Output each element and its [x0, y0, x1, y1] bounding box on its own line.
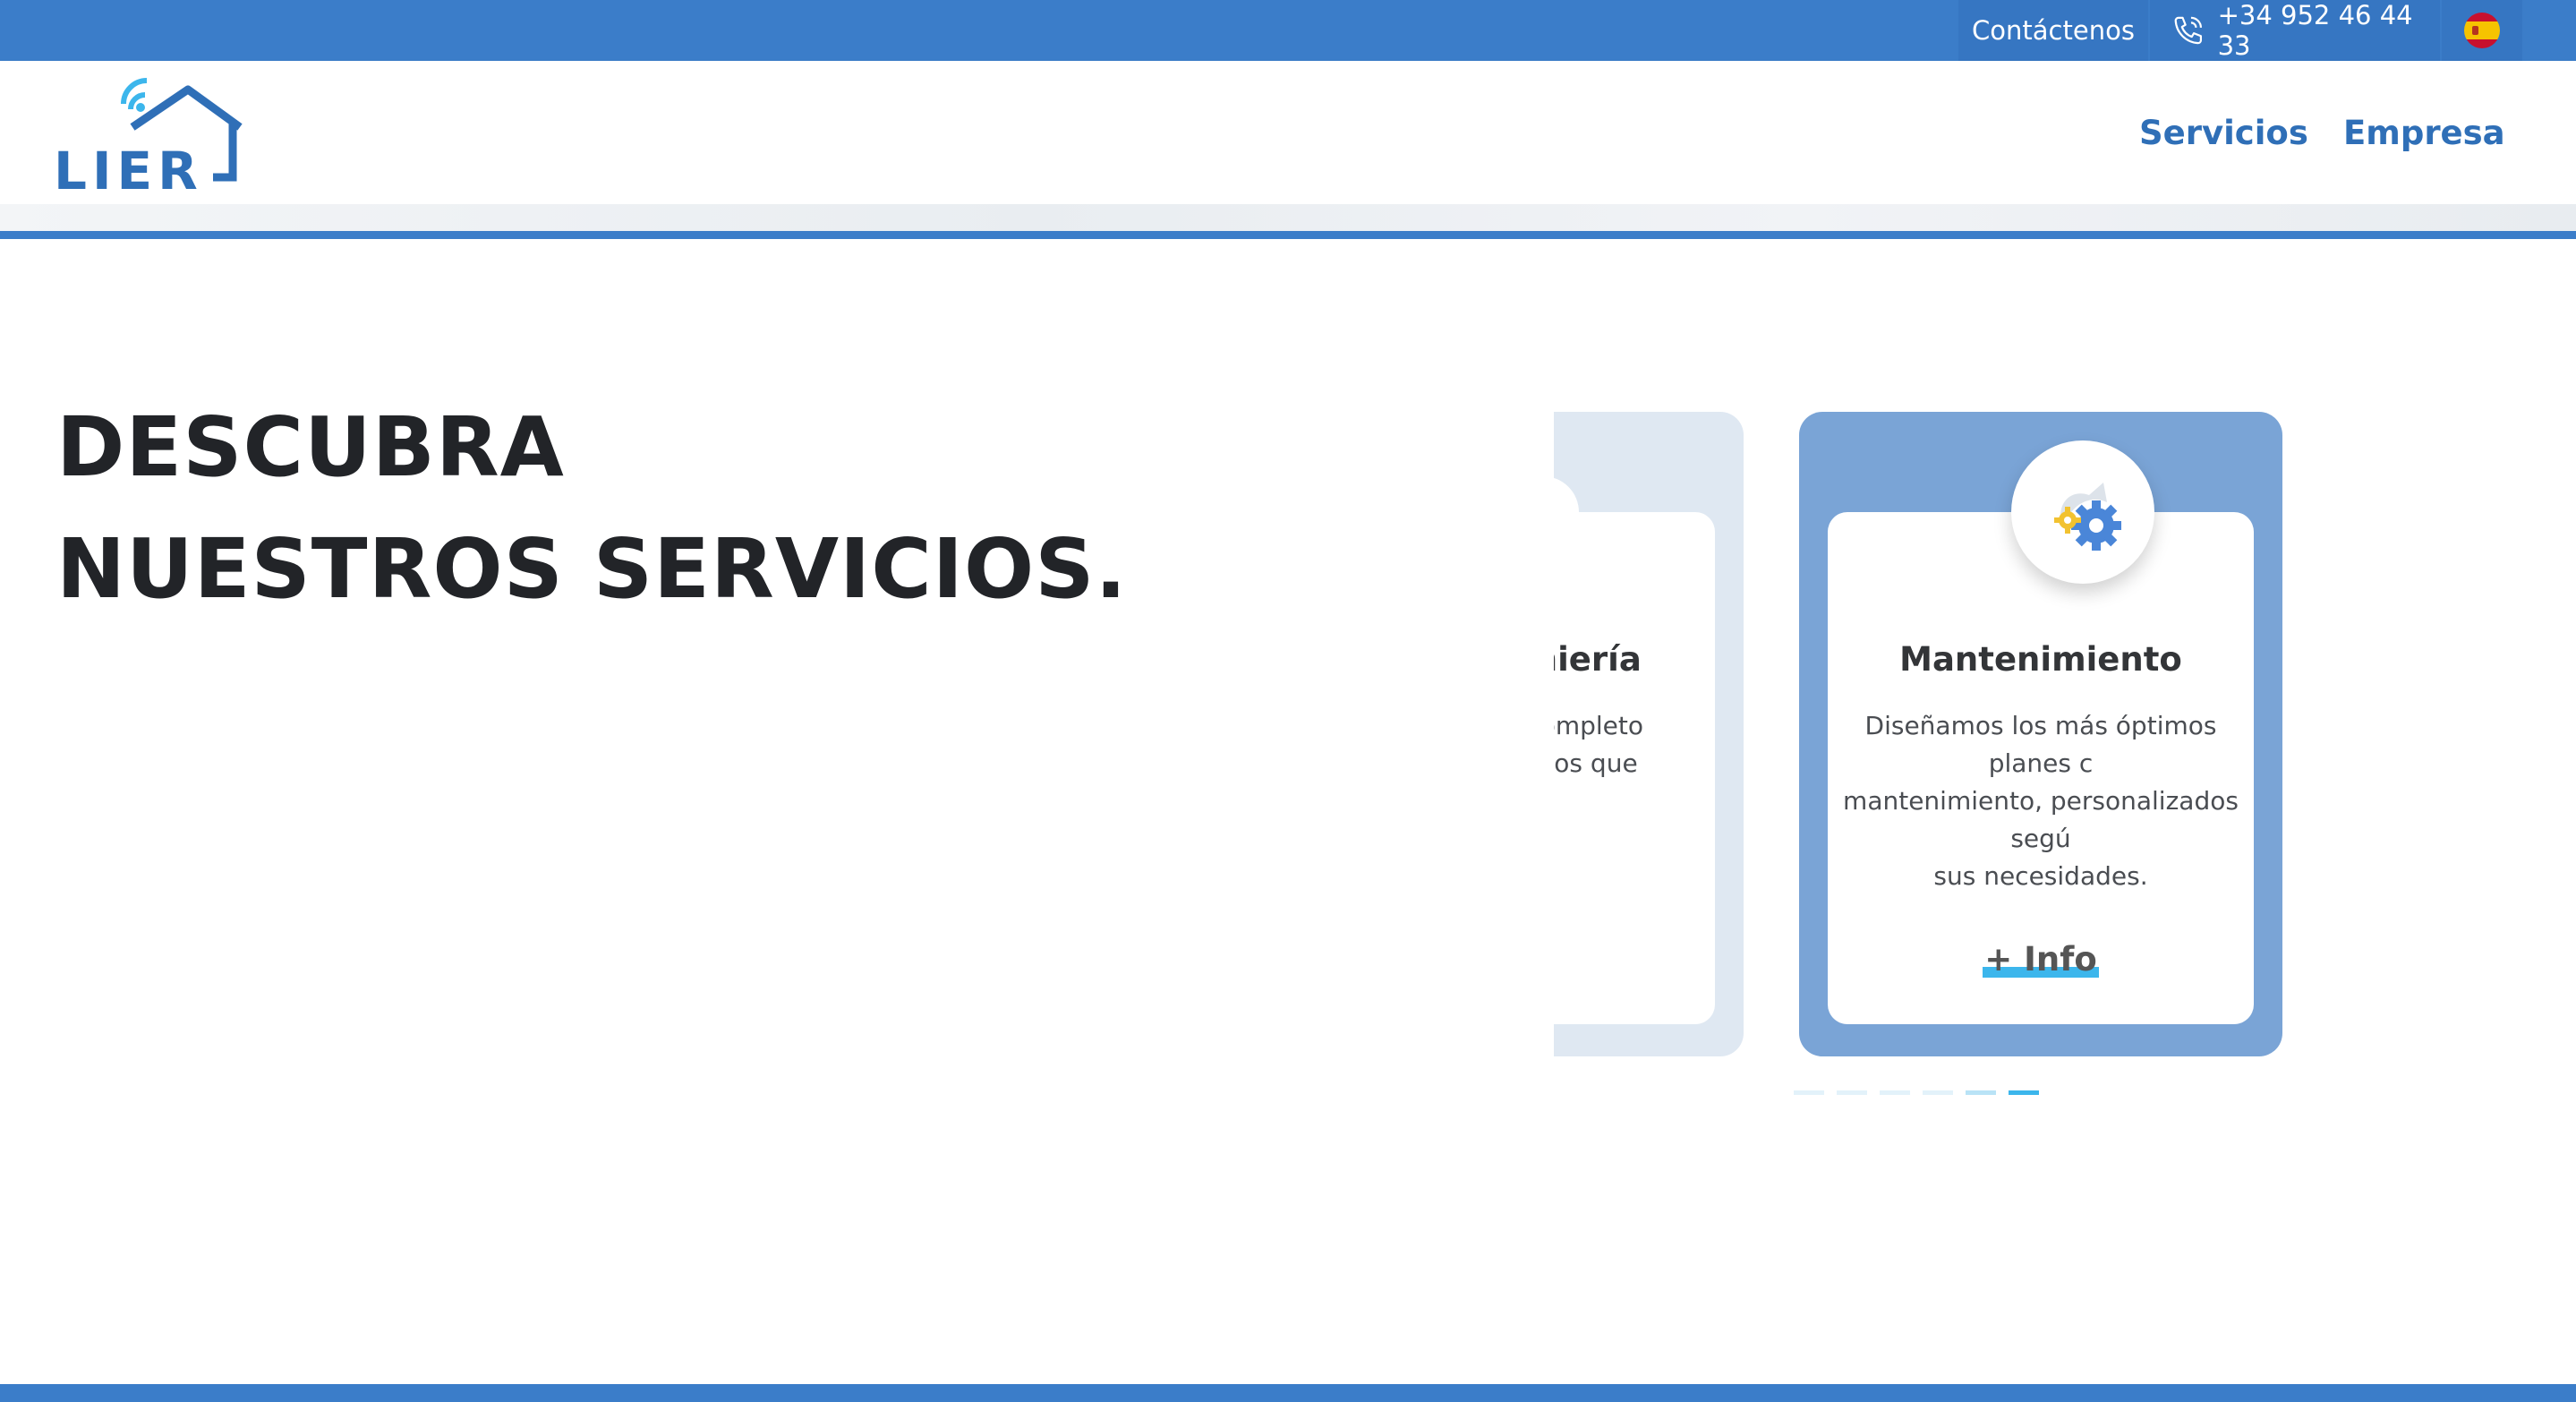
card-description: ría completo ; en los que [1554, 711, 1644, 778]
service-card-mantenimiento[interactable]: Mantenimiento Diseñamos los más óptimos … [1799, 412, 2282, 1056]
phone-number: +34 952 46 44 33 [2217, 0, 2413, 61]
hero-image-strip [0, 204, 2576, 231]
card-description: Diseñamos los más óptimos planes c mante… [1843, 711, 2239, 891]
carousel-pagination [1794, 1090, 2039, 1095]
nav-servicios[interactable]: Servicios [2139, 61, 2308, 204]
language-selector[interactable] [2442, 0, 2522, 61]
footer-border [0, 1384, 2576, 1402]
divider-line [0, 231, 2576, 239]
page-title: DESCUBRA NUESTROS SERVICIOS. [56, 387, 1127, 630]
card-title: geniería [1554, 640, 1642, 679]
services-carousel[interactable]: geniería ría completo ; en los que [1554, 412, 2282, 1056]
spain-flag-icon [2464, 13, 2500, 48]
logo-text: LIER [54, 141, 203, 201]
title-line-2: NUESTROS SERVICIOS. [56, 521, 1128, 617]
carousel-dot[interactable] [1966, 1090, 1996, 1095]
carousel-dot[interactable] [1837, 1090, 1867, 1095]
top-bar: Contáctenos +34 952 46 44 33 [0, 0, 2576, 61]
carousel-dot-active[interactable] [2009, 1090, 2039, 1095]
title-line-1: DESCUBRA [56, 399, 565, 495]
card-title: Mantenimiento [1899, 640, 2182, 679]
contact-link[interactable]: Contáctenos [1958, 0, 2148, 61]
gears-icon [2054, 483, 2121, 551]
more-info-link[interactable]: + Info [1828, 940, 2254, 979]
carousel-dot[interactable] [1923, 1090, 1953, 1095]
nav-empresa[interactable]: Empresa [2343, 61, 2505, 204]
carousel-dot[interactable] [1794, 1090, 1824, 1095]
site-logo[interactable]: LIER [54, 77, 251, 197]
carousel-dot[interactable] [1880, 1090, 1910, 1095]
phone-icon [2174, 16, 2203, 45]
service-card-ingenieria[interactable]: geniería ría completo ; en los que [1554, 412, 1744, 1056]
site-header: LIER Servicios Empresa [0, 61, 2576, 204]
card-icon-circle [2011, 440, 2154, 584]
phone-link[interactable]: +34 952 46 44 33 [2150, 0, 2440, 61]
